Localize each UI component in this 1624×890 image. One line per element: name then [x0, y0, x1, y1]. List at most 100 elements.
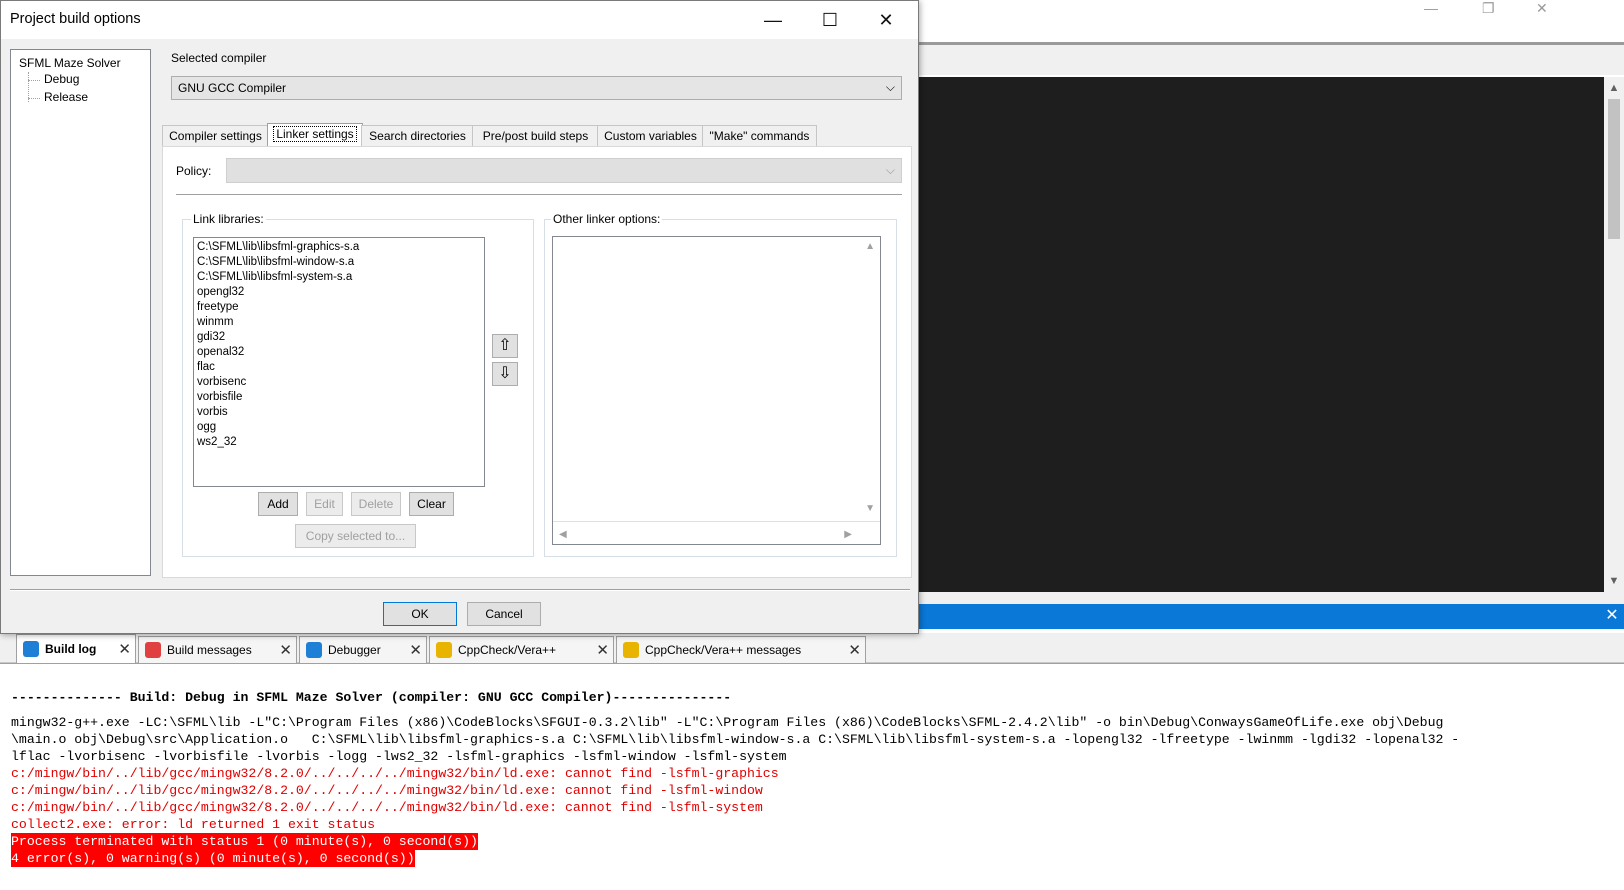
close-tab-icon[interactable]: ✕	[848, 641, 861, 659]
editor-vertical-scrollbar[interactable]: ▲ ▼	[1604, 77, 1624, 592]
editor-bottom-edge	[918, 592, 1624, 604]
scroll-thumb[interactable]	[1608, 99, 1620, 239]
close-tab-icon[interactable]: ✕	[279, 641, 292, 659]
tab-linker-settings[interactable]: Linker settings	[267, 123, 363, 148]
copy-selected-button[interactable]: Copy selected to...	[295, 524, 416, 548]
scroll-down-icon[interactable]: ▼	[865, 503, 875, 514]
debugger-icon	[306, 642, 322, 658]
list-item[interactable]: vorbis	[197, 405, 228, 420]
dialog-title: Project build options	[10, 11, 141, 27]
link-libraries-list[interactable]: C:\SFML\lib\libsfml-graphics-s.a C:\SFML…	[193, 237, 485, 487]
compiler-select-value: GNU GCC Compiler	[178, 81, 287, 95]
list-item[interactable]: gdi32	[197, 330, 225, 345]
tab-pre-post-build-steps[interactable]: Pre/post build steps	[472, 125, 599, 148]
list-item[interactable]: C:\SFML\lib\libsfml-window-s.a	[197, 255, 354, 270]
pencil-icon	[436, 642, 452, 658]
maximize-icon[interactable]: ☐	[807, 3, 853, 37]
list-item[interactable]: winmm	[197, 315, 233, 330]
log-line: -------------- Build: Debug in SFML Maze…	[11, 690, 732, 705]
compiler-select[interactable]: GNU GCC Compiler ⌵	[171, 76, 902, 100]
build-target-tree[interactable]: SFML Maze Solver Debug Release	[10, 49, 151, 576]
cancel-button[interactable]: Cancel	[467, 602, 541, 626]
minimize-icon[interactable]: —	[750, 3, 796, 37]
log-summary-line: 4 error(s), 0 warning(s) (0 minute(s), 0…	[11, 850, 415, 867]
ok-button[interactable]: OK	[383, 602, 457, 626]
list-item[interactable]: C:\SFML\lib\libsfml-system-s.a	[197, 270, 352, 285]
tab-label: Compiler settings	[169, 129, 262, 143]
tab-label: "Make" commands	[709, 129, 810, 143]
ide-titlebar: — ❐ ✕	[918, 0, 1624, 42]
policy-select[interactable]: ⌵	[226, 158, 902, 183]
close-tab-icon[interactable]: ✕	[409, 641, 422, 659]
close-icon[interactable]: ✕	[863, 3, 909, 37]
log-error-line: c:/mingw/bin/../lib/gcc/mingw32/8.2.0/..…	[11, 766, 779, 781]
scroll-up-icon[interactable]: ▲	[1607, 81, 1621, 95]
tab-cppcheck-vera[interactable]: CppCheck/Vera++ ✕	[429, 636, 614, 663]
list-item[interactable]: freetype	[197, 300, 239, 315]
logs-panel-titlebar[interactable]: ✕	[918, 604, 1624, 629]
tree-item-release[interactable]: Release	[44, 90, 88, 104]
link-libraries-label: Link libraries:	[191, 212, 266, 226]
other-linker-options-label: Other linker options:	[551, 212, 663, 226]
clear-button[interactable]: Clear	[409, 492, 454, 516]
dialog-titlebar[interactable]: Project build options — ☐ ✕	[1, 1, 918, 39]
tree-item-debug[interactable]: Debug	[44, 72, 79, 86]
tab-label: Linker settings	[273, 126, 357, 142]
scroll-down-icon[interactable]: ▼	[1607, 574, 1621, 588]
list-item[interactable]: C:\SFML\lib\libsfml-graphics-s.a	[197, 240, 359, 255]
tree-item-project[interactable]: SFML Maze Solver	[19, 56, 121, 70]
ide-restore-icon[interactable]: ❐	[1482, 0, 1495, 17]
logs-panel-close-icon[interactable]: ✕	[1602, 607, 1622, 625]
selected-compiler-label: Selected compiler	[171, 51, 267, 65]
log-line: \main.o obj\Debug\src\Application.o C:\S…	[11, 732, 1460, 747]
list-item[interactable]: flac	[197, 360, 215, 375]
add-button[interactable]: Add	[258, 492, 298, 516]
close-tab-icon[interactable]: ✕	[118, 640, 131, 658]
ide-minimize-icon[interactable]: —	[1424, 0, 1438, 16]
tab-compiler-settings[interactable]: Compiler settings	[162, 125, 269, 148]
tab-cppcheck-vera-messages[interactable]: CppCheck/Vera++ messages ✕	[616, 636, 866, 663]
log-error-line: collect2.exe: error: ld returned 1 exit …	[11, 817, 376, 832]
scroll-right-icon[interactable]: ▶	[844, 529, 852, 540]
tab-build-messages[interactable]: Build messages ✕	[138, 636, 297, 663]
tab-label: Build log	[45, 642, 97, 656]
list-item[interactable]: opengl32	[197, 285, 244, 300]
tab-label: CppCheck/Vera++	[458, 643, 557, 657]
tree-connector	[28, 98, 40, 99]
list-item[interactable]: ws2_32	[197, 435, 237, 450]
divider	[10, 589, 910, 591]
list-item[interactable]: ogg	[197, 420, 216, 435]
list-item[interactable]: openal32	[197, 345, 244, 360]
tab-custom-variables[interactable]: Custom variables	[597, 125, 704, 148]
tab-debugger[interactable]: Debugger ✕	[299, 636, 427, 663]
move-down-button[interactable]: ⇩	[492, 362, 518, 386]
chevron-down-icon: ⌵	[885, 80, 895, 94]
horizontal-scrollbar[interactable]: ◀ ▶	[553, 521, 880, 544]
other-linker-options-textarea[interactable]: ▲ ▼ ◀ ▶	[552, 236, 881, 545]
code-editor[interactable]	[918, 77, 1604, 592]
scroll-up-icon[interactable]: ▲	[865, 241, 875, 252]
tab-build-log[interactable]: Build log ✕	[16, 634, 136, 663]
tab-label: Build messages	[167, 643, 252, 657]
build-log-icon	[23, 641, 39, 657]
move-up-button[interactable]: ⇧	[492, 334, 518, 358]
scroll-left-icon[interactable]: ◀	[559, 529, 567, 540]
list-item[interactable]: vorbisfile	[197, 390, 242, 405]
ide-close-icon[interactable]: ✕	[1536, 0, 1548, 17]
delete-button[interactable]: Delete	[351, 492, 401, 516]
close-tab-icon[interactable]: ✕	[596, 641, 609, 659]
log-line: lflac -lvorbisenc -lvorbisfile -lvorbis …	[11, 749, 787, 764]
edit-button[interactable]: Edit	[306, 492, 343, 516]
tab-label: CppCheck/Vera++ messages	[645, 643, 802, 657]
tab-search-directories[interactable]: Search directories	[361, 125, 474, 148]
log-status-line: Process terminated with status 1 (0 minu…	[11, 833, 478, 850]
build-log-output[interactable]: -------------- Build: Debug in SFML Maze…	[0, 663, 1624, 890]
settings-tabs: Compiler settings Linker settings Search…	[162, 123, 912, 148]
pencil-icon	[623, 642, 639, 658]
ide-toolbar	[918, 45, 1624, 75]
policy-label: Policy:	[176, 164, 212, 178]
log-error-line: c:/mingw/bin/../lib/gcc/mingw32/8.2.0/..…	[11, 783, 763, 798]
tab-label: Search directories	[369, 129, 466, 143]
tab-make-commands[interactable]: "Make" commands	[702, 125, 817, 148]
list-item[interactable]: vorbisenc	[197, 375, 246, 390]
